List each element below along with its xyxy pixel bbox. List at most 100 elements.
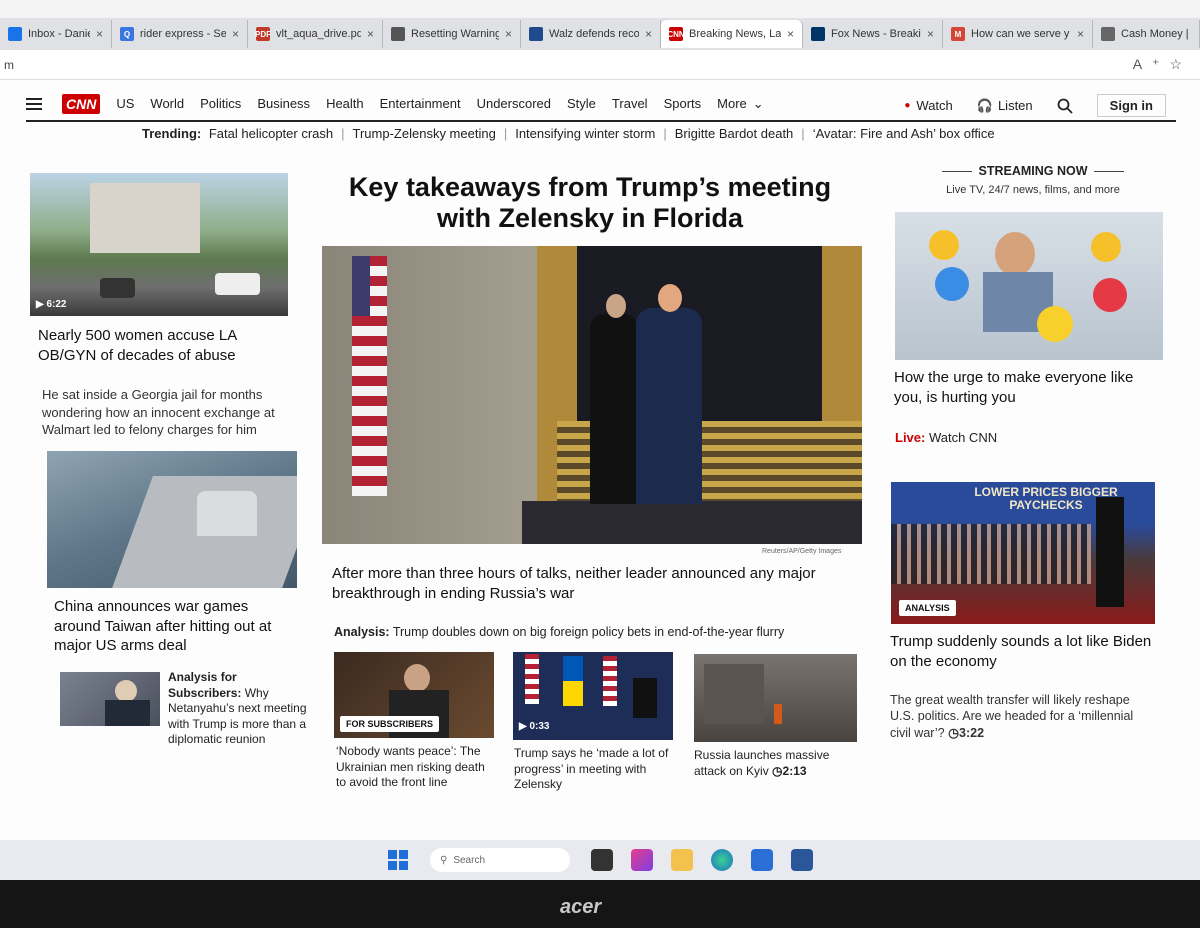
watch-link[interactable]: Watch — [916, 98, 952, 113]
story-image-netanyahu[interactable] — [60, 672, 160, 726]
tab-title: Cash Money | Pay — [1121, 28, 1191, 40]
streaming-title: STREAMING NOW — [928, 164, 1138, 178]
browser-tab[interactable]: CNN Breaking News, Late × — [661, 20, 803, 48]
tab-title: Fox News - Breakin — [831, 28, 921, 40]
browser-tab[interactable]: PDF vlt_aqua_drive.pdf × — [248, 20, 383, 48]
live-label: Live: — [895, 430, 926, 445]
screen: Inbox - Daniel Popo×Qrider express - Sea… — [0, 0, 1200, 880]
story-headline[interactable]: Nearly 500 women accuse LA OB/GYN of dec… — [38, 326, 288, 365]
trending-link[interactable]: Fatal helicopter crash — [209, 126, 333, 141]
store-icon[interactable] — [751, 849, 773, 871]
nav-item[interactable]: Entertainment — [380, 96, 461, 112]
cnn-page: CNN US World Politics Business Health Enterta… — [0, 80, 1200, 840]
windows-taskbar: ⚲ Search — [0, 840, 1200, 880]
nav-item[interactable]: Politics — [200, 96, 241, 112]
live-text: Watch CNN — [925, 430, 998, 445]
tab-favicon-icon — [529, 27, 543, 41]
nav-item[interactable]: US — [116, 96, 134, 112]
separator: | — [663, 126, 667, 141]
cnn-logo[interactable]: CNN — [62, 94, 101, 114]
close-tab-icon[interactable]: × — [927, 27, 934, 41]
live-link[interactable]: Live: Watch CNN — [895, 430, 1095, 447]
close-tab-icon[interactable]: × — [1077, 27, 1084, 41]
browser-tab[interactable]: Inbox - Daniel Popo × — [0, 20, 112, 48]
address-text: m — [4, 57, 14, 72]
browser-tab[interactable]: M How can we serve y × — [943, 20, 1093, 48]
close-tab-icon[interactable]: × — [787, 27, 794, 41]
nav-item[interactable]: Business — [257, 96, 310, 112]
card-image-kyiv[interactable] — [694, 654, 857, 742]
browser-tab[interactable]: Walz defends recor × — [521, 20, 661, 48]
trending-bar: Trending: Fatal helicopter crash | Trump-Z… — [142, 126, 995, 141]
analysis-text: Trump doubles down on big foreign policy… — [389, 625, 785, 639]
story-image-hospital[interactable]: ▶ 6:22 — [30, 173, 288, 316]
trending-link[interactable]: Trump-Zelensky meeting — [353, 126, 496, 141]
windows-start-icon[interactable] — [387, 849, 409, 871]
task-view-icon[interactable] — [591, 849, 613, 871]
lead-image[interactable] — [322, 246, 862, 544]
story-link[interactable]: The great wealth transfer will likely re… — [890, 692, 1152, 741]
listen-link[interactable]: Listen — [998, 98, 1033, 113]
tab-favicon-icon — [1101, 27, 1115, 41]
word-icon[interactable] — [791, 849, 813, 871]
edge-icon[interactable] — [711, 849, 733, 871]
taskbar-search[interactable]: ⚲ Search — [430, 848, 570, 872]
tab-title: Walz defends recor — [549, 28, 639, 40]
nav-item[interactable]: Underscored — [477, 96, 551, 112]
file-explorer-icon[interactable] — [671, 849, 693, 871]
card-image-ukraine-men[interactable]: FOR SUBSCRIBERS — [334, 652, 494, 738]
signin-button[interactable]: Sign in — [1096, 94, 1166, 117]
subscriber-story[interactable]: Analysis for Subscribers: Why Netanyahu’… — [168, 670, 308, 748]
copilot-icon[interactable] — [631, 849, 653, 871]
close-tab-icon[interactable]: × — [505, 27, 512, 41]
browser-tab[interactable]: Qrider express - Sear × — [112, 20, 248, 48]
card-image-press-conference[interactable]: ▶ 0:33 — [513, 652, 673, 740]
story-headline[interactable]: Trump suddenly sounds a lot like Biden o… — [890, 632, 1160, 671]
browser-tab[interactable]: Resetting Warning I × — [383, 20, 521, 48]
trending-link[interactable]: Intensifying winter storm — [515, 126, 655, 141]
close-tab-icon[interactable]: × — [367, 27, 374, 41]
search-icon[interactable] — [1057, 98, 1073, 114]
card-caption[interactable]: Russia launches massive attack on Kyiv ◷… — [694, 748, 854, 779]
tab-title: vlt_aqua_drive.pdf — [276, 28, 361, 40]
tab-favicon-icon — [391, 27, 405, 41]
chevron-down-icon[interactable]: ⌄ — [753, 96, 764, 112]
story-headline[interactable]: China announces war games around Taiwan … — [54, 597, 299, 656]
address-bar[interactable]: m A⁺☆ — [0, 50, 1200, 80]
streaming-subtitle: Live TV, 24/7 news, films, and more — [946, 184, 1120, 196]
nav-item[interactable]: Sports — [664, 96, 702, 112]
streaming-image[interactable] — [895, 212, 1163, 360]
nav-item[interactable]: Travel — [612, 96, 648, 112]
nav-item[interactable]: Health — [326, 96, 364, 112]
menu-icon[interactable] — [26, 95, 42, 113]
reader-icon[interactable]: A⁺☆ — [1133, 56, 1192, 73]
card-caption[interactable]: ‘Nobody wants peace’: The Ukrainian men … — [336, 744, 496, 791]
nav-item[interactable]: More — [717, 96, 747, 112]
nav-items: US World Politics Business Health Entertainme… — [116, 96, 779, 112]
tab-title: rider express - Sear — [140, 28, 226, 40]
close-tab-icon[interactable]: × — [96, 27, 103, 41]
browser-tab-bar: Inbox - Daniel Popo×Qrider express - Sea… — [0, 18, 1200, 50]
analysis-label: Analysis: — [334, 625, 390, 639]
close-tab-icon[interactable]: × — [232, 27, 239, 41]
story-link[interactable]: He sat inside a Georgia jail for months … — [42, 386, 304, 439]
story-headline[interactable]: How the urge to make everyone like you, … — [894, 368, 1164, 407]
main-nav: CNN US World Politics Business Health Enterta… — [26, 88, 1176, 122]
trending-link[interactable]: ‘Avatar: Fire and Ash’ box office — [813, 126, 995, 141]
story-image-warship[interactable] — [47, 451, 297, 588]
nav-item[interactable]: Style — [567, 96, 596, 112]
tab-title: Breaking News, Late — [689, 28, 781, 40]
lead-headline[interactable]: Key takeaways from Trump’s meeting with … — [340, 172, 840, 234]
card-caption[interactable]: Trump says he ‘made a lot of progress’ i… — [514, 746, 674, 793]
analysis-image-rally[interactable]: LOWER PRICES BIGGER PAYCHECKS ANALYSIS — [891, 482, 1155, 624]
browser-tab[interactable]: Cash Money | Pay — [1093, 20, 1200, 48]
browser-tab[interactable]: Fox News - Breakin × — [803, 20, 943, 48]
lead-summary[interactable]: After more than three hours of talks, ne… — [332, 564, 852, 603]
tab-favicon-icon: CNN — [667, 27, 685, 41]
monitor-brand-logo: acer — [560, 896, 602, 918]
analysis-link[interactable]: Analysis: Trump doubles down on big fore… — [334, 624, 854, 640]
trending-items: Fatal helicopter crash | Trump-Zelensky me… — [209, 126, 995, 141]
trending-link[interactable]: Brigitte Bardot death — [675, 126, 794, 141]
close-tab-icon[interactable]: × — [645, 27, 652, 41]
nav-item[interactable]: World — [150, 96, 184, 112]
